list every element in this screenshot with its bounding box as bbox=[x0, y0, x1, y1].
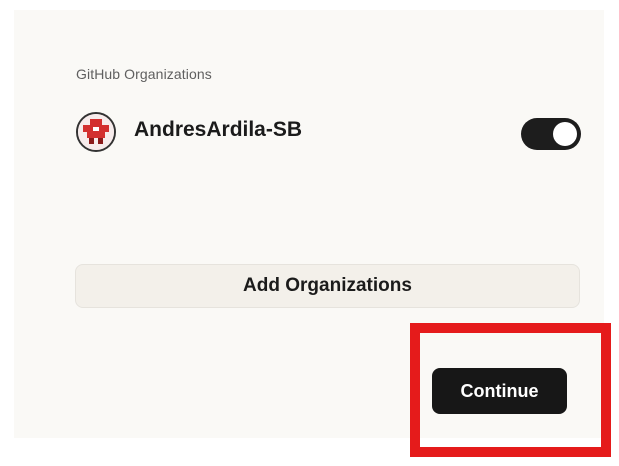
pixel-avatar-icon bbox=[76, 112, 116, 152]
pixel-avatar-graphic bbox=[78, 114, 114, 150]
organization-name: AndresArdila-SB bbox=[134, 118, 303, 141]
continue-button[interactable]: Continue bbox=[432, 368, 567, 414]
add-organizations-button[interactable]: Add Organizations bbox=[75, 264, 580, 308]
toggle-knob bbox=[553, 122, 577, 146]
organization-row: AndresArdila-SB bbox=[76, 110, 584, 154]
organization-toggle[interactable] bbox=[521, 118, 581, 150]
section-label: GitHub Organizations bbox=[76, 66, 212, 82]
